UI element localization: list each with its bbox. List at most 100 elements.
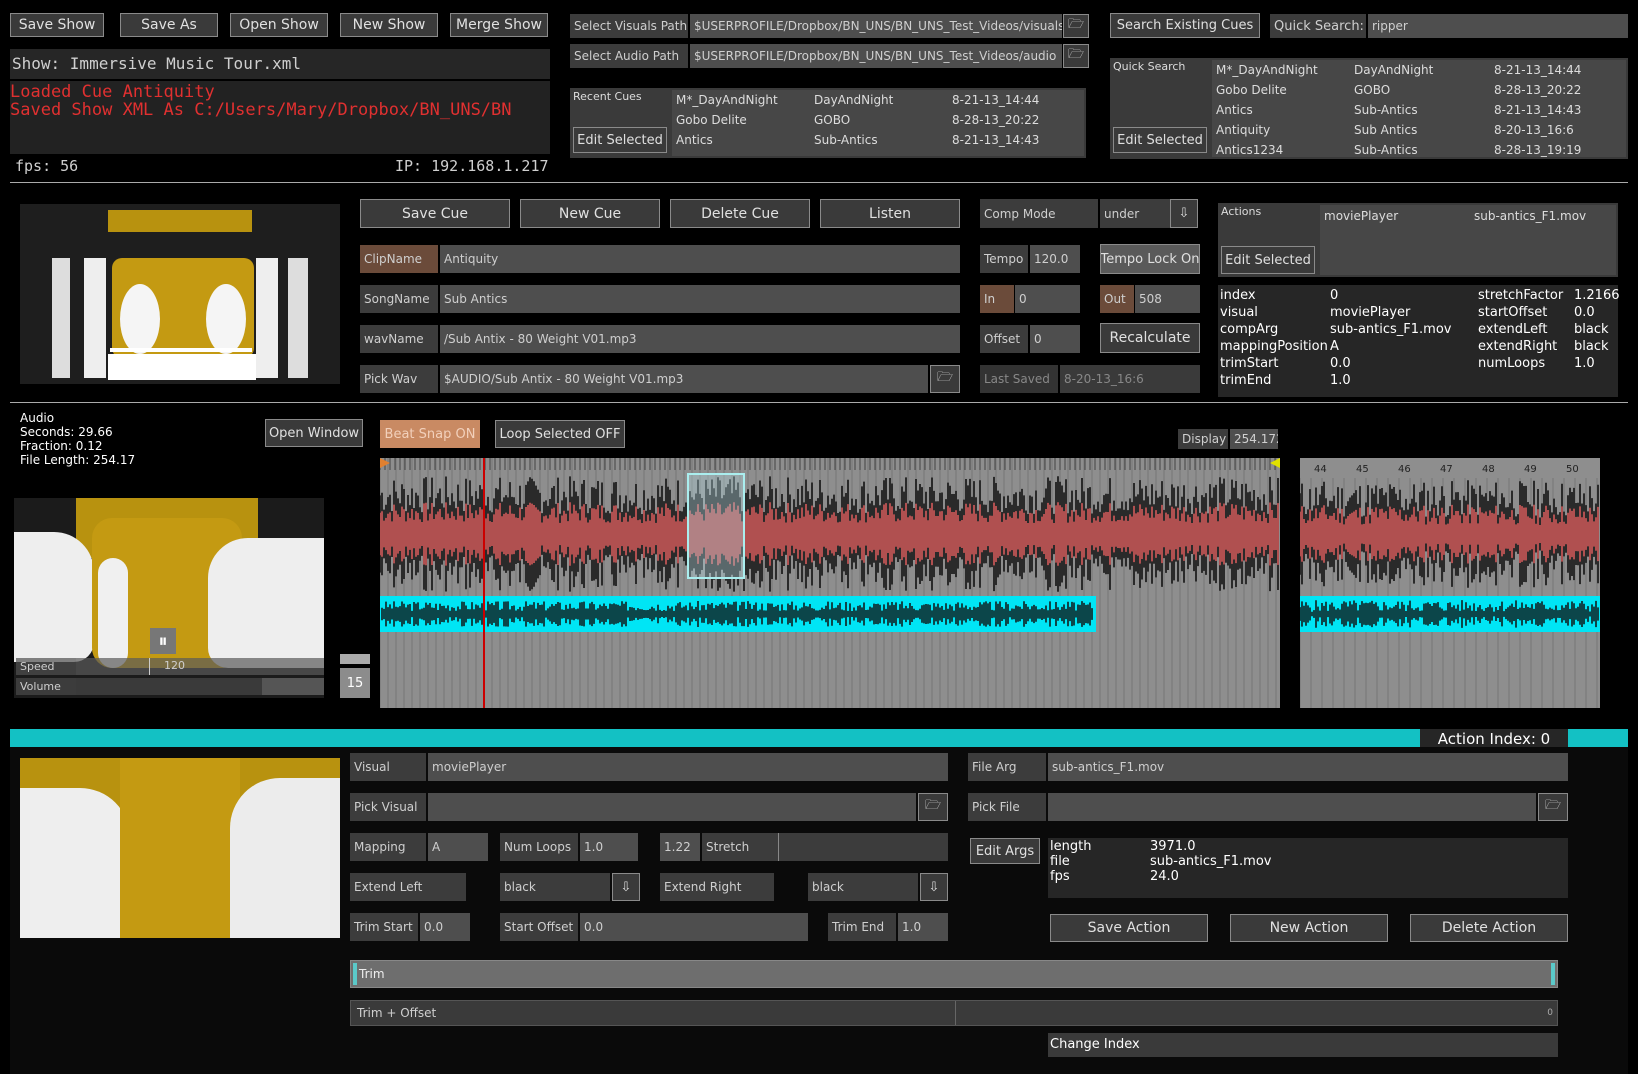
list-item[interactable]: M*_DayAndNight DayAndNight 8-21-13_14:44 bbox=[1216, 63, 1626, 77]
display-value[interactable]: 254.172 bbox=[1230, 429, 1278, 449]
compmode-select[interactable]: under bbox=[1100, 199, 1170, 228]
delete-action-button[interactable]: Delete Action bbox=[1410, 914, 1568, 942]
cue-date: 8-21-13_14:43 bbox=[952, 133, 1040, 147]
audio-seconds: Seconds: 29.66 bbox=[20, 425, 113, 439]
loop-selected-button[interactable]: Loop Selected OFF bbox=[495, 420, 625, 448]
in-field[interactable]: 0 bbox=[1015, 285, 1080, 313]
listen-button[interactable]: Listen bbox=[820, 199, 960, 228]
wavname-field[interactable]: /Sub Antix - 80 Weight V01.mp3 bbox=[440, 325, 960, 353]
tick-label: 45 bbox=[1356, 464, 1369, 475]
edit-args-button[interactable]: Edit Args bbox=[970, 838, 1040, 864]
mapping-field[interactable]: A bbox=[428, 833, 488, 861]
list-item[interactable]: Antics Sub-Antics 8-21-13_14:43 bbox=[1216, 103, 1626, 117]
cue-song: GOBO bbox=[814, 113, 851, 127]
clipname-field[interactable]: Antiquity bbox=[440, 245, 960, 273]
list-item[interactable]: Antics Sub-Antics 8-21-13_14:43 bbox=[676, 133, 1084, 147]
out-label: Out bbox=[1100, 285, 1134, 313]
pickfile-folder-button[interactable]: 🗁 bbox=[1538, 793, 1568, 821]
list-item[interactable]: M*_DayAndNight DayAndNight 8-21-13_14:44 bbox=[676, 93, 1084, 107]
audio-file-length: File Length: 254.17 bbox=[20, 453, 136, 467]
pickfile-field[interactable] bbox=[1048, 793, 1536, 821]
extleft-select[interactable]: black bbox=[500, 873, 610, 901]
save-cue-button[interactable]: Save Cue bbox=[360, 199, 510, 228]
save-as-button[interactable]: Save As bbox=[120, 13, 218, 37]
trim-slider[interactable]: Trim bbox=[350, 960, 1558, 988]
filearg-field[interactable]: sub-antics_F1.mov bbox=[1048, 753, 1568, 781]
trim-start-handle[interactable] bbox=[353, 963, 357, 985]
actions-list[interactable]: moviePlayer sub-antics_F1.mov bbox=[1320, 205, 1616, 275]
trim-offset-slider[interactable]: Trim + Offset 0 bbox=[350, 1000, 1558, 1026]
quick-edit-selected-button[interactable]: Edit Selected bbox=[1113, 127, 1207, 153]
delete-cue-button[interactable]: Delete Cue bbox=[670, 199, 810, 228]
cue-name: Antics1234 bbox=[1216, 143, 1284, 157]
new-cue-button[interactable]: New Cue bbox=[520, 199, 660, 228]
audio-path-field[interactable]: $USERPROFILE/Dropbox/BN_UNS/BN_UNS_Test_… bbox=[690, 44, 1062, 68]
visuals-folder-button[interactable]: 🗁 bbox=[1063, 14, 1089, 38]
beat-snap-button[interactable]: Beat Snap ON bbox=[380, 420, 480, 448]
new-action-button[interactable]: New Action bbox=[1230, 914, 1388, 942]
extright-select[interactable]: black bbox=[808, 873, 918, 901]
visual-field[interactable]: moviePlayer bbox=[428, 753, 948, 781]
compmode-dropdown-button[interactable]: ⇩ bbox=[1170, 199, 1198, 228]
trimstart-field[interactable]: 0.0 bbox=[420, 913, 470, 941]
audio-path-label: Select Audio Path bbox=[570, 44, 688, 68]
trimend-field[interactable]: 1.0 bbox=[898, 913, 948, 941]
save-show-button[interactable]: Save Show bbox=[10, 13, 104, 37]
change-index-slider[interactable]: Change Index bbox=[1048, 1033, 1558, 1057]
out-field[interactable]: 508 bbox=[1135, 285, 1200, 313]
songname-label: SongName bbox=[360, 285, 438, 313]
trim-end-handle[interactable] bbox=[1551, 963, 1555, 985]
pickwav-folder-button[interactable]: 🗁 bbox=[930, 365, 960, 393]
open-show-button[interactable]: Open Show bbox=[230, 13, 328, 37]
merge-show-button[interactable]: Merge Show bbox=[450, 13, 548, 37]
stretch-value[interactable]: 1.22 bbox=[660, 833, 700, 861]
open-window-button[interactable]: Open Window bbox=[265, 419, 363, 447]
list-item[interactable]: Antics1234 Sub-Antics 8-28-13_19:19 bbox=[1216, 143, 1626, 157]
stretch-slider[interactable]: Stretch bbox=[702, 833, 948, 861]
numloops-field[interactable]: 1.0 bbox=[580, 833, 638, 861]
clipname-label: ClipName bbox=[360, 245, 438, 273]
save-action-button[interactable]: Save Action bbox=[1050, 914, 1208, 942]
pickvisual-field[interactable] bbox=[428, 793, 916, 821]
songname-field[interactable]: Sub Antics bbox=[440, 285, 960, 313]
pickvisual-folder-button[interactable]: 🗁 bbox=[918, 793, 948, 821]
tick-label: 44 bbox=[1314, 464, 1327, 475]
main-waveform[interactable] bbox=[380, 458, 1280, 708]
filearg-label: File Arg bbox=[968, 753, 1046, 781]
chevron-down-icon: ⇩ bbox=[928, 879, 940, 895]
list-item[interactable]: Gobo Delite GOBO 8-28-13_20:22 bbox=[1216, 83, 1626, 97]
list-item[interactable]: Gobo Delite GOBO 8-28-13_20:22 bbox=[676, 113, 1084, 127]
visuals-path-field[interactable]: $USERPROFILE/Dropbox/BN_UNS/BN_UNS_Test_… bbox=[690, 14, 1062, 38]
in-label: In bbox=[980, 285, 1014, 313]
quick-search-list[interactable]: M*_DayAndNight DayAndNight 8-21-13_14:44 G… bbox=[1212, 60, 1626, 157]
startoffset-field[interactable]: 0.0 bbox=[580, 913, 808, 941]
folder-open-icon: 🗁 bbox=[1067, 17, 1085, 32]
mapping-label: Mapping bbox=[350, 833, 426, 861]
prop-key: stretchFactor bbox=[1478, 288, 1564, 303]
speed-slider[interactable]: 120 bbox=[76, 658, 324, 675]
tempo-lock-button[interactable]: Tempo Lock On bbox=[1100, 244, 1200, 274]
recalculate-button[interactable]: Recalculate bbox=[1100, 323, 1200, 353]
recent-cues-list[interactable]: M*_DayAndNight DayAndNight 8-21-13_14:44 G… bbox=[672, 90, 1084, 156]
waveform-canvas[interactable] bbox=[380, 458, 1280, 708]
zoom-waveform[interactable]: 44 45 46 47 48 49 50 bbox=[1300, 458, 1600, 708]
search-existing-cues-button[interactable]: Search Existing Cues bbox=[1110, 13, 1260, 38]
prop-value: black bbox=[1574, 322, 1609, 337]
recent-edit-selected-button[interactable]: Edit Selected bbox=[573, 127, 667, 153]
offset-field[interactable]: 0 bbox=[1030, 325, 1080, 353]
new-show-button[interactable]: New Show bbox=[340, 13, 438, 37]
volume-slider[interactable] bbox=[76, 678, 324, 695]
quick-search-input[interactable]: ripper bbox=[1368, 14, 1628, 38]
pause-icon[interactable]: ⏸ bbox=[150, 628, 176, 654]
audio-folder-button[interactable]: 🗁 bbox=[1063, 44, 1089, 68]
list-item[interactable]: Antiquity Sub Antics 8-20-13_16:6 bbox=[1216, 123, 1626, 137]
selection-region bbox=[687, 473, 745, 579]
pickwav-field[interactable]: $AUDIO/Sub Antix - 80 Weight V01.mp3 bbox=[440, 365, 928, 393]
list-item[interactable]: moviePlayer sub-antics_F1.mov bbox=[1324, 209, 1616, 223]
tempo-field[interactable]: 120.0 bbox=[1030, 245, 1080, 273]
actions-edit-selected-button[interactable]: Edit Selected bbox=[1221, 246, 1315, 274]
extleft-dropdown-button[interactable]: ⇩ bbox=[612, 873, 640, 901]
extright-dropdown-button[interactable]: ⇩ bbox=[920, 873, 948, 901]
info-value: sub-antics_F1.mov bbox=[1150, 854, 1272, 869]
zoom-waveform-canvas[interactable] bbox=[1300, 458, 1600, 708]
